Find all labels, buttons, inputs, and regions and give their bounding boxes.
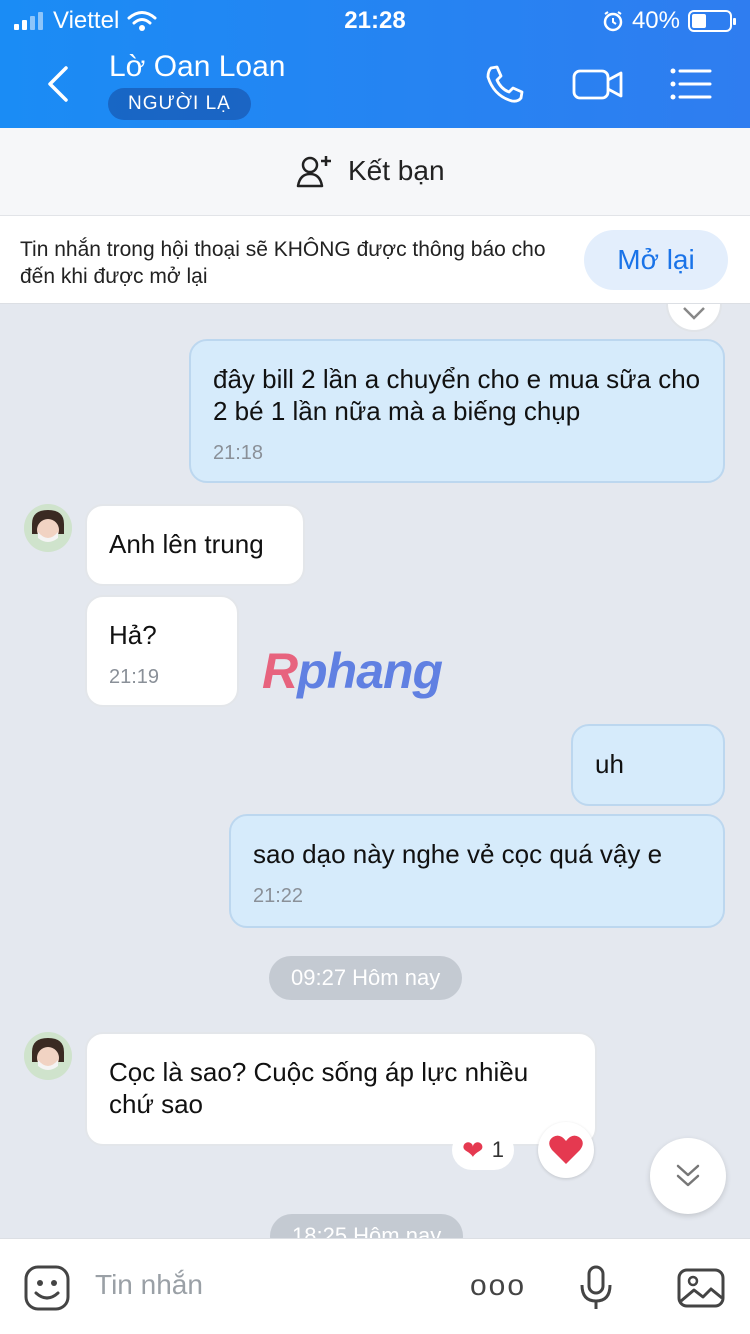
battery-percent: 40% xyxy=(631,7,680,34)
message-bubble[interactable]: Cọc là sao? Cuộc sống áp lực nhiều chứ s… xyxy=(85,1032,597,1146)
contact-name[interactable]: Lờ Oan Loan xyxy=(109,50,285,84)
message-bubble[interactable]: uh xyxy=(571,724,725,806)
add-friend-button[interactable]: Kết bạn xyxy=(296,154,445,188)
status-bar: Viettel 21:28 40% xyxy=(0,0,750,40)
mute-notice-text: Tin nhắn trong hội thoại sẽ KHÔNG được t… xyxy=(20,238,546,288)
heart-icon: ❤ xyxy=(462,1134,484,1165)
watermark-logo: Rphang xyxy=(262,643,443,699)
message-text: uh xyxy=(595,749,624,779)
react-button[interactable] xyxy=(538,1122,594,1178)
battery-icon xyxy=(688,10,736,32)
add-friend-bar: Kết bạn xyxy=(0,128,750,216)
message-time: 21:18 xyxy=(213,442,264,464)
time-separator: 09:27 Hôm nay xyxy=(269,956,463,1000)
collapse-icon[interactable] xyxy=(666,304,722,332)
message-text: Anh lên trung xyxy=(109,529,264,559)
avatar[interactable] xyxy=(24,1032,72,1080)
voice-record-icon[interactable] xyxy=(572,1263,622,1313)
back-icon[interactable] xyxy=(40,64,76,104)
chevron-down-icon xyxy=(676,1164,700,1187)
message-time: 21:19 xyxy=(109,666,160,688)
message-bubble[interactable]: sao dạo này nghe vẻ cọc quá vậy e 21:22 xyxy=(229,814,725,928)
sticker-icon[interactable] xyxy=(22,1263,72,1313)
phone-icon[interactable] xyxy=(482,62,528,106)
message-time: 21:22 xyxy=(253,885,304,907)
input-bar: Tin nhắn ooo xyxy=(0,1238,750,1334)
message-text: sao dạo này nghe vẻ cọc quá vậy e xyxy=(253,839,663,869)
message-bubble[interactable]: Hả? 21:19 xyxy=(85,595,239,707)
add-friend-label: Kết bạn xyxy=(348,155,445,186)
message-text: Hả? xyxy=(109,620,157,650)
time-separator: 18:25 Hôm nay xyxy=(270,1214,464,1238)
alarm-icon xyxy=(603,11,623,32)
message-bubble[interactable]: đây bill 2 lần a chuyển cho e mua sữa ch… xyxy=(189,339,725,483)
message-input[interactable]: Tin nhắn xyxy=(95,1269,203,1301)
stranger-badge: NGƯỜI LẠ xyxy=(108,88,251,120)
avatar[interactable] xyxy=(24,504,72,552)
image-icon[interactable] xyxy=(676,1263,726,1313)
message-text: Cọc là sao? Cuộc sống áp lực nhiều chứ s… xyxy=(109,1057,529,1119)
reaction-count[interactable]: ❤ 1 xyxy=(452,1130,515,1170)
add-friend-icon xyxy=(296,156,331,188)
more-options-icon[interactable]: ooo xyxy=(470,1269,526,1303)
video-call-icon[interactable] xyxy=(572,62,624,106)
menu-icon[interactable] xyxy=(668,62,714,106)
chat-header: Viettel 21:28 40% Lờ Oan Loan NGƯỜI LẠ xyxy=(0,0,750,128)
status-right: 40% xyxy=(602,7,736,35)
message-text: đây bill 2 lần a chuyển cho e mua sữa ch… xyxy=(213,364,701,426)
scroll-down-button[interactable] xyxy=(650,1138,726,1214)
reaction-number: 1 xyxy=(491,1137,505,1162)
heart-icon xyxy=(549,1135,583,1164)
mute-notice: Tin nhắn trong hội thoại sẽ KHÔNG được t… xyxy=(0,216,750,304)
message-list[interactable]: đây bill 2 lần a chuyển cho e mua sữa ch… xyxy=(0,304,750,1238)
message-bubble[interactable]: Anh lên trung xyxy=(85,504,305,586)
reopen-button[interactable]: Mở lại xyxy=(584,230,728,290)
